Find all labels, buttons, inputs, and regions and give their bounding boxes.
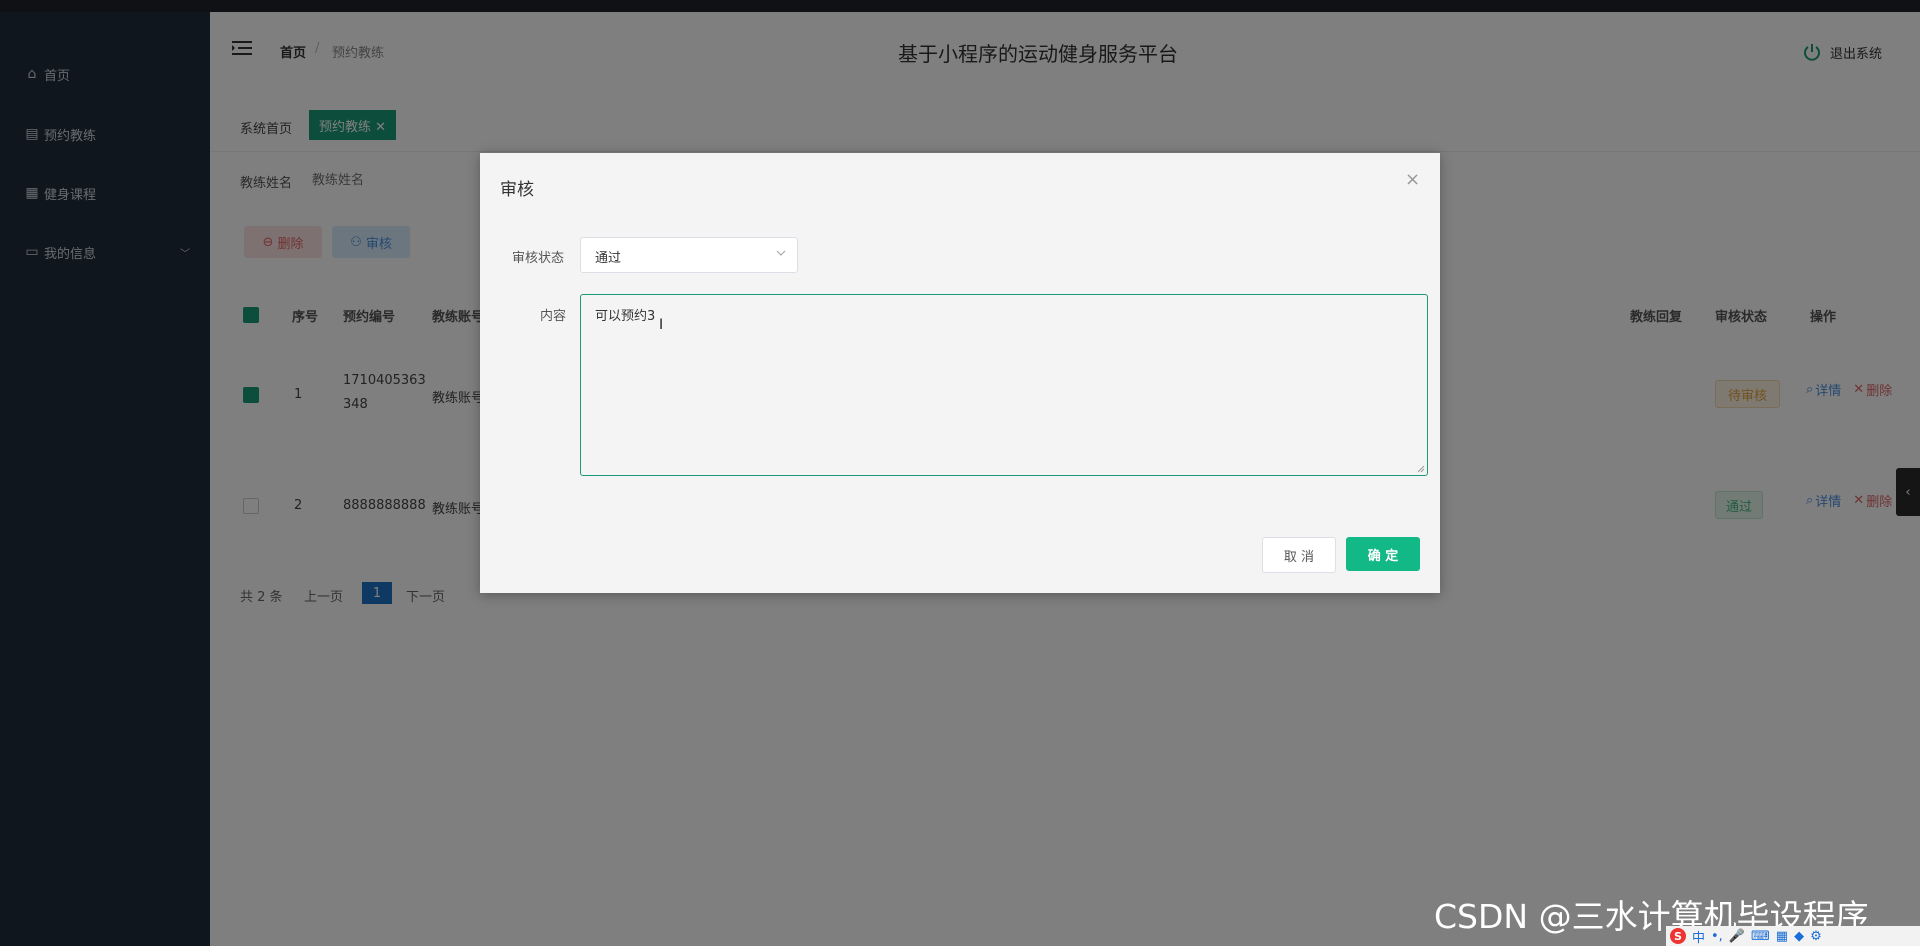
status-label: 审核状态 xyxy=(512,251,565,266)
punctuation-icon[interactable]: •, xyxy=(1711,929,1723,944)
cancel-button[interactable]: 取 消 xyxy=(1262,537,1336,573)
keyboard-icon[interactable]: ⌨ xyxy=(1751,929,1770,944)
chevron-down-icon xyxy=(776,250,786,256)
close-icon[interactable]: × xyxy=(1405,169,1420,190)
window-top-strip xyxy=(0,0,1920,12)
ime-toolbar: S 中 •, 🎤 ⌨ ▦ ◆ ⚙ xyxy=(1666,926,1920,946)
ime-logo-icon[interactable]: S xyxy=(1670,928,1686,944)
dialog-title: 审核 xyxy=(500,180,534,200)
text-cursor-icon: I xyxy=(659,317,664,333)
confirm-button[interactable]: 确 定 xyxy=(1346,537,1420,571)
skin-icon[interactable]: ◆ xyxy=(1794,929,1804,944)
ime-language[interactable]: 中 xyxy=(1692,927,1705,946)
microphone-icon[interactable]: 🎤 xyxy=(1729,929,1745,944)
content-textarea[interactable]: 可以预约3 I xyxy=(580,294,1428,476)
status-select-value: 通过 xyxy=(595,251,622,266)
status-select[interactable]: 通过 xyxy=(580,237,798,273)
settings-icon[interactable]: ⚙ xyxy=(1810,929,1822,944)
content-label: 内容 xyxy=(540,309,567,324)
content-text: 可以预约3 xyxy=(595,309,656,324)
grid-icon[interactable]: ▦ xyxy=(1776,929,1788,944)
audit-dialog: 审核 × 审核状态 通过 内容 可以预约3 I 取 消 确 定 xyxy=(480,153,1440,593)
resize-handle-icon[interactable] xyxy=(1417,465,1425,473)
